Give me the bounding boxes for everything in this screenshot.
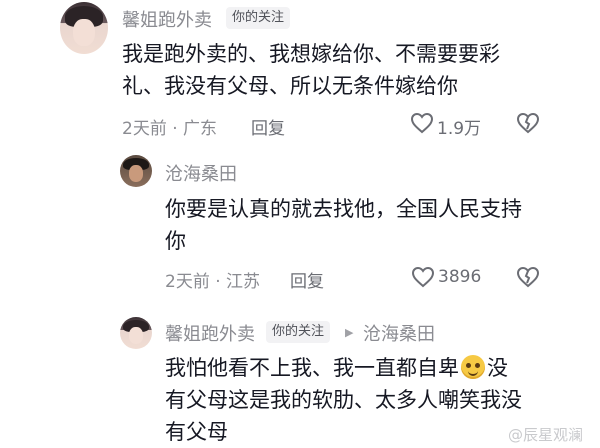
follow-tag: 你的关注 — [226, 7, 291, 29]
heart-icon[interactable] — [410, 112, 434, 134]
comment-text-line: 礼、我没有父母、所以无条件嫁给你 — [122, 74, 458, 98]
comment-meta: 2天前 · 广东 — [122, 119, 218, 139]
comment-text-line: 你 — [165, 229, 186, 253]
like-count: 3896 — [438, 267, 482, 287]
broken-heart-icon[interactable] — [516, 266, 540, 288]
reply-button[interactable]: 回复 — [251, 114, 285, 139]
follow-tag: 你的关注 — [266, 321, 331, 343]
comment-text-line: 有父母这是我的软肋、太多人嘲笑我没 — [165, 388, 522, 412]
comment-text-line: 你要是认真的就去找他，全国人民支持 — [165, 197, 522, 221]
comment-text-line: 我怕他看不上我、我一直都自卑 没 — [165, 352, 585, 384]
comment-meta: 2天前 · 江苏 — [165, 272, 261, 292]
heart-icon[interactable] — [411, 266, 435, 288]
comment-text: 你要是认真的就去找他，全国人民支持 你 — [165, 193, 585, 257]
reply-to-username[interactable]: 沧海桑田 — [363, 320, 435, 346]
like-count: 1.9万 — [437, 119, 482, 139]
triangle-right-icon: ▶ — [345, 326, 354, 339]
comment-username[interactable]: 馨姐跑外卖 — [122, 6, 212, 32]
comment-text: 我是跑外卖的、我想嫁给你、不需要要彩 礼、我没有父母、所以无条件嫁给你 — [122, 38, 592, 102]
broken-heart-icon[interactable] — [516, 112, 540, 134]
comment-text-segment: 没 — [487, 356, 508, 380]
avatar[interactable] — [120, 155, 152, 187]
comment-text-segment: 我怕他看不上我、我一直都自卑 — [165, 356, 459, 380]
avatar[interactable] — [60, 2, 108, 54]
smiling-face-emoji — [461, 355, 485, 379]
watermark: @辰星观澜 — [508, 426, 584, 444]
comment-username[interactable]: 沧海桑田 — [165, 160, 237, 186]
comment-text-line: 我是跑外卖的、我想嫁给你、不需要要彩 — [122, 42, 500, 66]
reply-button[interactable]: 回复 — [290, 267, 324, 292]
comment-username[interactable]: 馨姐跑外卖 — [165, 320, 255, 346]
avatar[interactable] — [120, 317, 152, 349]
